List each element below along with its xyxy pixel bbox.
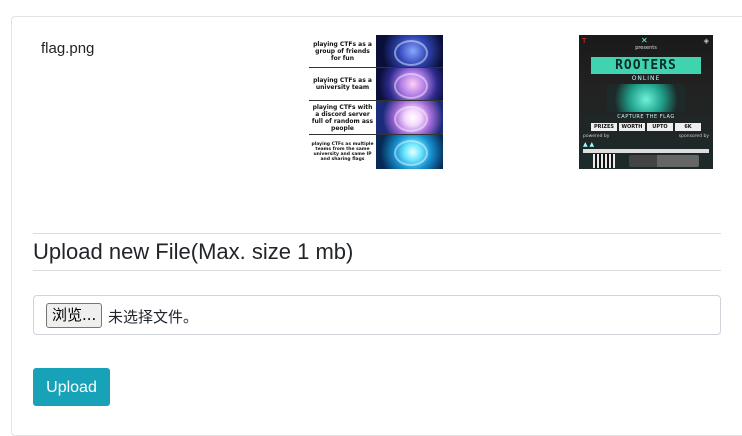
browse-button[interactable]: 浏览...	[46, 303, 103, 328]
meme-thumbnail[interactable]: playing CTFs as a group of friends for f…	[309, 35, 443, 169]
poster-info-bar	[583, 149, 709, 153]
meme-caption: playing CTFs as multiple teams from the …	[311, 142, 374, 162]
poster-prize-word: UPTO	[647, 123, 673, 131]
poster-ctf-label: CAPTURE THE FLAG	[617, 114, 675, 120]
poster-sponsor-logo-icon: ▲ ▲	[583, 141, 595, 148]
upload-button[interactable]: Upload	[33, 368, 110, 406]
brain-cosmic-icon	[376, 135, 443, 169]
poster-presents: presents	[635, 45, 657, 51]
divider	[33, 270, 721, 271]
brain-glowing-icon	[376, 68, 443, 100]
poster-subtitle: ONLINE	[631, 75, 661, 82]
poster-logo-left-icon: T	[582, 37, 587, 45]
poster-logo-right-icon: ◈	[703, 37, 709, 45]
meme-panel: playing CTFs as multiple teams from the …	[309, 135, 443, 169]
meme-caption: playing CTFs as a university team	[313, 77, 372, 91]
brain-bright-icon	[376, 101, 443, 134]
divider	[33, 233, 721, 234]
file-name-label: flag.png	[41, 40, 95, 57]
poster-follow-strip	[629, 155, 699, 167]
qr-code-icon	[593, 154, 615, 168]
meme-panel: playing CTFs as a group of friends for f…	[309, 35, 443, 68]
poster-logo-center-icon: ✕	[641, 36, 648, 45]
no-file-selected-text: 未选择文件。	[108, 308, 199, 326]
file-input[interactable]: 浏览... 未选择文件。	[33, 295, 721, 335]
poster-prize-word: WORTH	[619, 123, 645, 131]
poster-prize-word: PRIZES	[591, 123, 617, 131]
meme-caption: playing CTFs with a discord server full …	[311, 103, 374, 132]
poster-art	[607, 84, 685, 112]
poster-powered-by: powered by	[583, 134, 610, 139]
poster-prize-word: 6K	[675, 123, 701, 131]
meme-caption: playing CTFs as a group of friends for f…	[313, 40, 372, 62]
poster-prizes: PRIZES WORTH UPTO 6K	[591, 123, 701, 131]
poster-title: ROOTERS	[591, 57, 701, 74]
meme-panel: playing CTFs with a discord server full …	[309, 101, 443, 135]
poster-thumbnail[interactable]: T ✕ ◈ presents ROOTERS ONLINE CAPTURE TH…	[579, 35, 713, 169]
upload-section-title: Upload new File(Max. size 1 mb)	[33, 239, 354, 264]
brain-small-icon	[376, 35, 443, 67]
meme-panel: playing CTFs as a university team	[309, 68, 443, 101]
poster-sponsored-by: sponsored by	[678, 134, 709, 139]
